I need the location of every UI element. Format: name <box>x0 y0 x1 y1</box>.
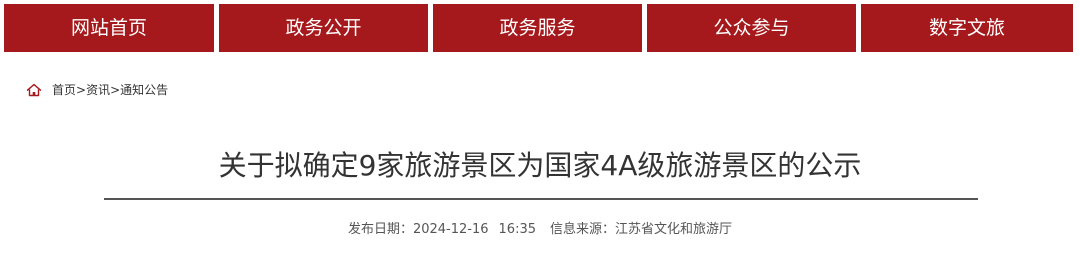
breadcrumb-separator: > <box>76 83 87 97</box>
nav-item-digital-culture-tourism[interactable]: 数字文旅 <box>861 4 1073 52</box>
publish-date-label: 发布日期： <box>347 222 413 237</box>
main-navigation: 网站首页 政务公开 政务服务 公众参与 数字文旅 <box>0 0 1080 56</box>
breadcrumb-separator: > <box>110 83 121 97</box>
nav-item-government-affairs-disclosure[interactable]: 政务公开 <box>219 4 428 52</box>
article-meta: 发布日期：2024-12-16 16:35 信息来源：江苏省文化和旅游厅 <box>0 218 1080 242</box>
title-divider <box>104 198 978 200</box>
article-title: 关于拟确定9家旅游景区为国家4A级旅游景区的公示 <box>218 149 862 182</box>
breadcrumb: 首页 > 资讯 > 通知公告 <box>26 81 168 99</box>
publish-time: 16:35 <box>498 222 536 237</box>
nav-item-home[interactable]: 网站首页 <box>4 4 214 52</box>
nav-item-government-services[interactable]: 政务服务 <box>433 4 642 52</box>
home-icon[interactable] <box>26 83 42 97</box>
nav-item-public-participation[interactable]: 公众参与 <box>647 4 856 52</box>
source-label: 信息来源： <box>550 222 616 237</box>
publish-date: 2024-12-16 <box>412 222 489 237</box>
breadcrumb-notices-link[interactable]: 通知公告 <box>120 81 168 99</box>
breadcrumb-home-link[interactable]: 首页 <box>52 81 76 99</box>
breadcrumb-news-link[interactable]: 资讯 <box>86 81 110 99</box>
source-name: 江苏省文化和旅游厅 <box>615 222 733 237</box>
